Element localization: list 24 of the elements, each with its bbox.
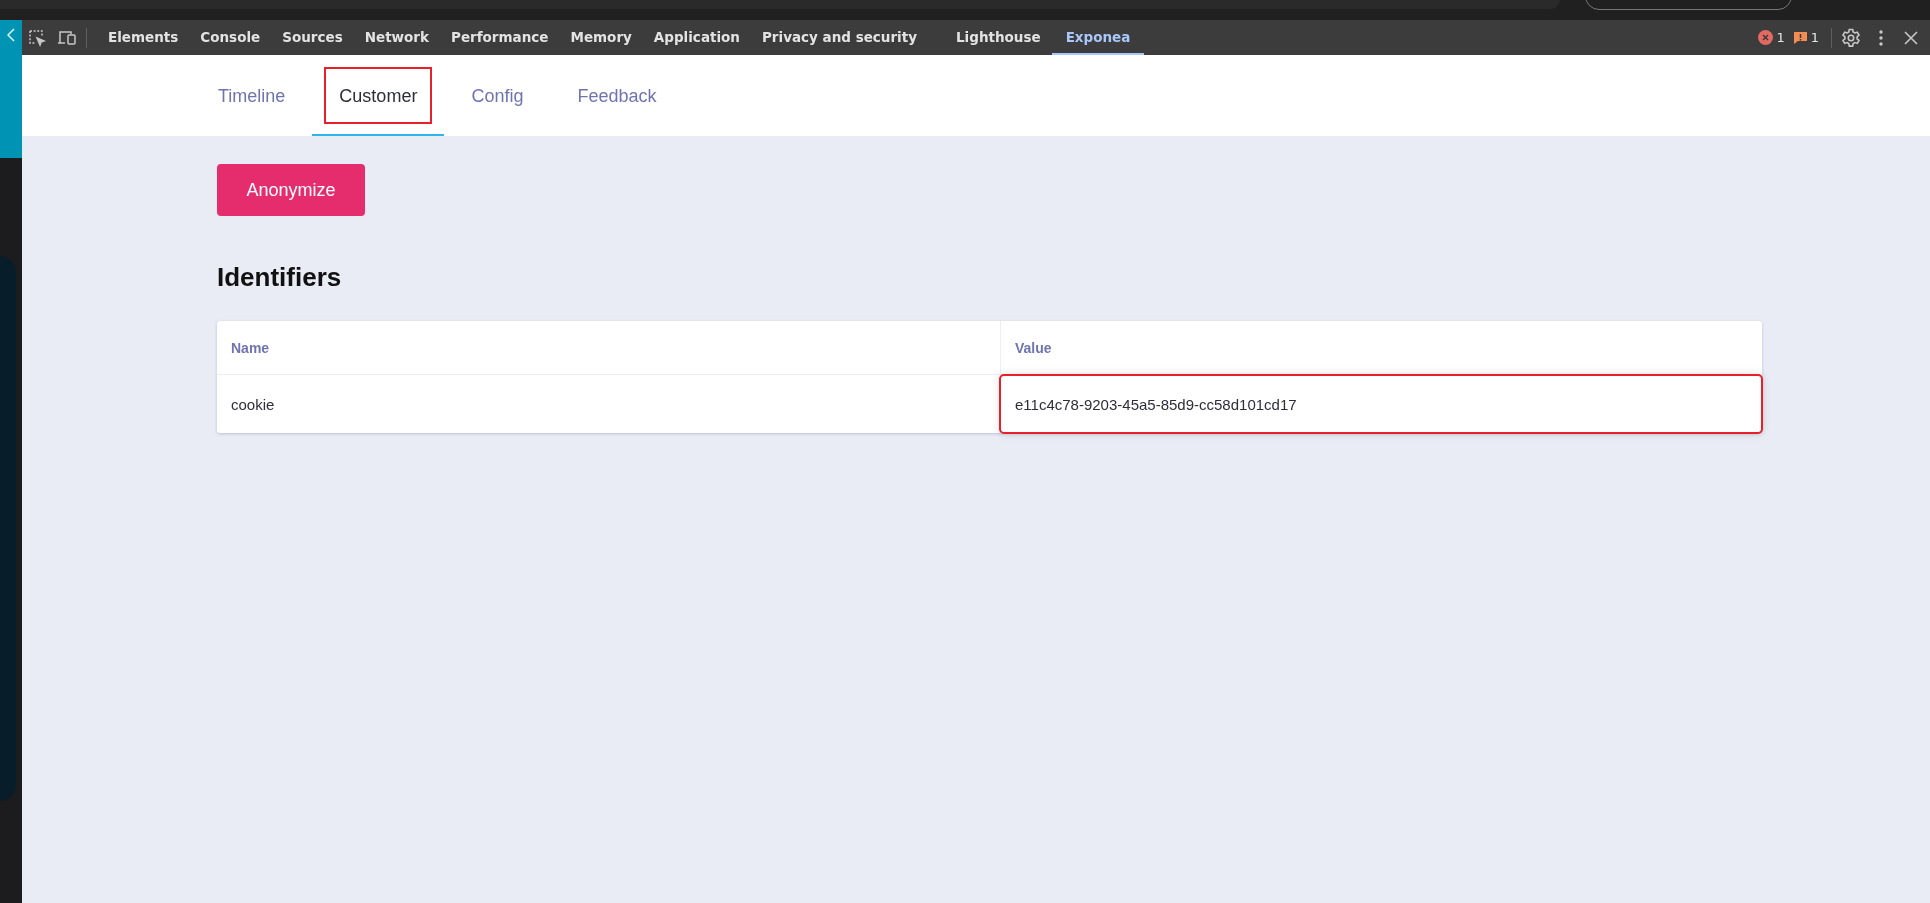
- devtools-tab[interactable]: Privacy and security: [750, 20, 928, 55]
- devtools-tab[interactable]: Memory: [559, 20, 643, 55]
- error-icon: [1758, 30, 1774, 45]
- devtools-tab[interactable]: Console: [189, 20, 272, 55]
- error-count[interactable]: 1: [1776, 30, 1785, 45]
- warning-count[interactable]: 1: [1810, 30, 1819, 45]
- panel-tab[interactable]: Customer: [312, 55, 445, 136]
- panel-tab[interactable]: Feedback: [550, 55, 684, 136]
- column-header: Name: [230, 338, 271, 358]
- devtools-tab[interactable]: Lighthouse: [945, 20, 1052, 55]
- table-cell: e11c4c78-9203-45a5-85d9-cc58d101cd17: [1000, 375, 1762, 433]
- panel-tab[interactable]: Timeline: [191, 55, 313, 136]
- anonymize-button[interactable]: Anonymize: [217, 164, 365, 216]
- table-cell-text: cookie: [230, 394, 276, 415]
- devtools-tab[interactable]: Application: [642, 20, 751, 55]
- devtools-tab[interactable]: Elements: [97, 20, 190, 55]
- devtools-tab[interactable]: Sources: [271, 20, 354, 55]
- devtools-tab[interactable]: Network: [353, 20, 440, 55]
- devtools-tab[interactable]: Performance: [440, 20, 560, 55]
- section-title: Identifiers: [217, 262, 342, 294]
- column-header: Value: [1000, 321, 1762, 374]
- panel-tab[interactable]: Config: [444, 55, 551, 136]
- chevron-left-icon[interactable]: [7, 28, 15, 42]
- warning-icon: [1792, 30, 1808, 45]
